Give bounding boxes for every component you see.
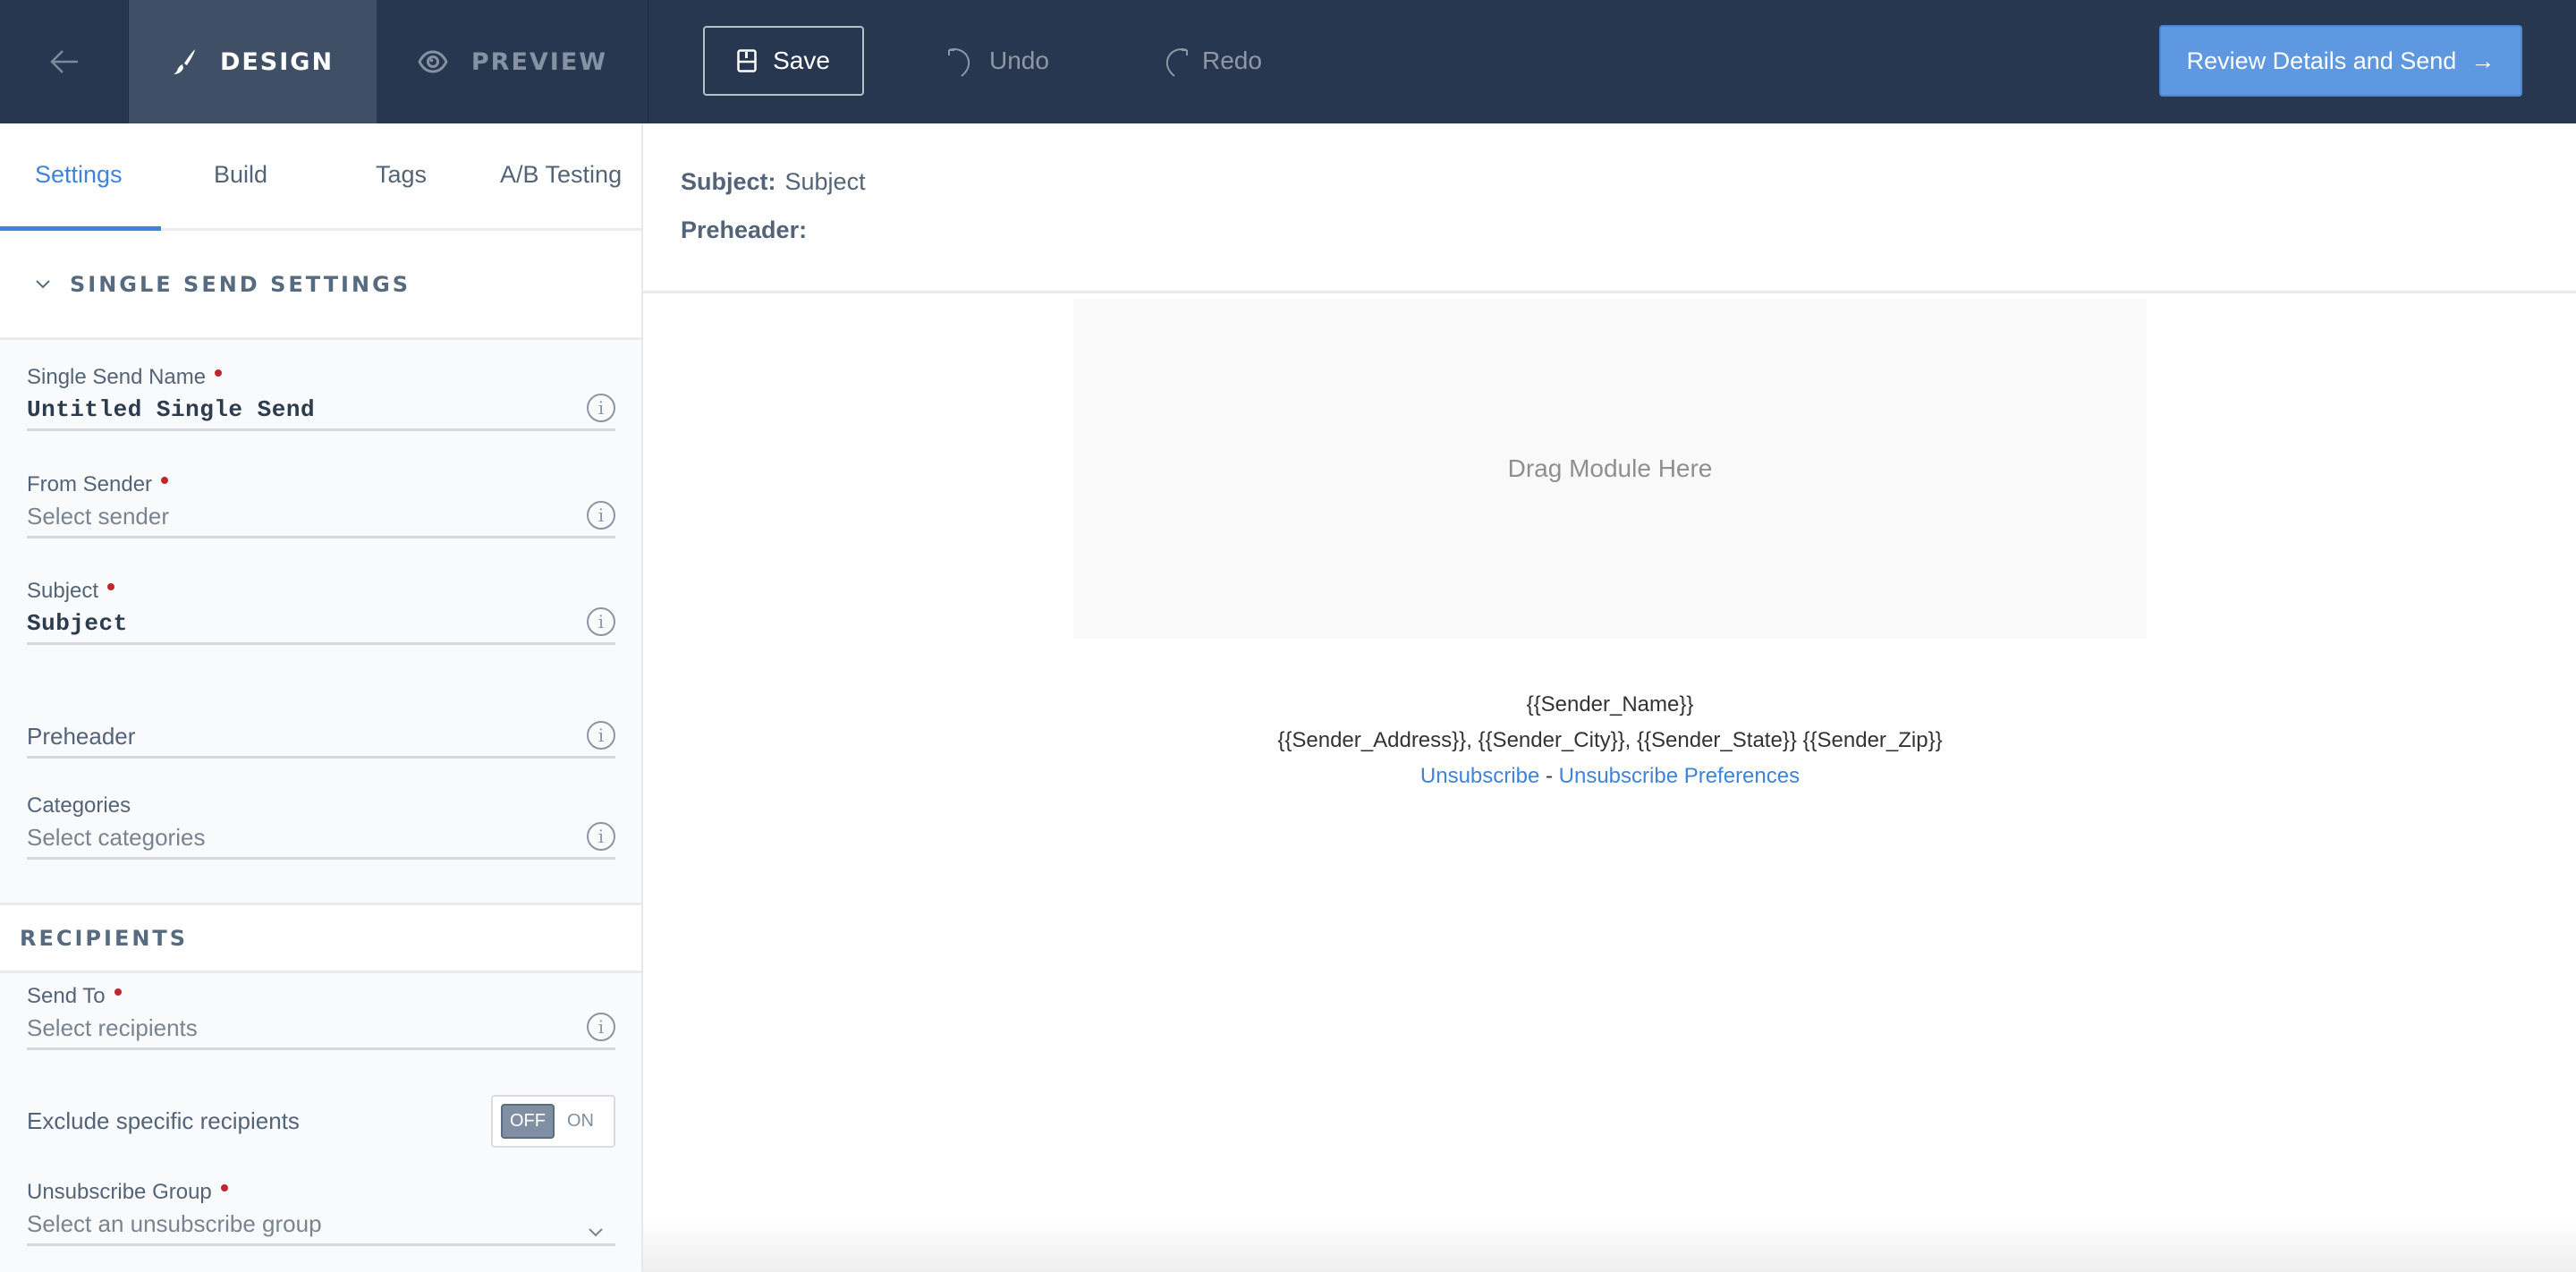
info-icon[interactable]: i: [587, 721, 615, 750]
review-label: Review Details and Send: [2186, 47, 2457, 74]
review-details-and-send-button[interactable]: Review Details and Send →: [2159, 25, 2522, 97]
info-icon[interactable]: i: [587, 394, 615, 422]
unsubscribe-group-field: Unsubscribe Group Select an unsubscribe …: [27, 1180, 615, 1246]
field-value: Untitled Single Send: [27, 395, 316, 423]
preheader-key: Preheader:: [681, 216, 808, 243]
required-indicator: [114, 988, 122, 996]
redo-label: Redo: [1202, 47, 1262, 74]
recipients-header: RECIPIENTS: [0, 903, 641, 973]
undo-icon: [948, 48, 970, 77]
field-label: Subject: [27, 579, 99, 603]
field-label: Send To: [27, 984, 106, 1008]
section-title: SINGLE SEND SETTINGS: [70, 271, 411, 297]
required-indicator: [161, 477, 169, 484]
unsubscribe-link[interactable]: Unsubscribe: [1420, 764, 1539, 788]
back-button[interactable]: [0, 0, 129, 123]
sender-address: {{Sender_Address}}, {{Sender_City}}, {{S…: [1277, 728, 1943, 752]
field-label: Single Send Name: [27, 365, 207, 389]
sender-name: {{Sender_Name}}: [1526, 692, 1694, 717]
field-placeholder: Select an unsubscribe group: [27, 1210, 322, 1237]
required-indicator: [215, 369, 223, 377]
exclude-recipients-toggle[interactable]: OFF ON: [491, 1094, 615, 1148]
tab-settings[interactable]: Settings: [35, 161, 123, 189]
preheader-input[interactable]: Preheader i: [27, 717, 615, 759]
required-indicator: [107, 583, 115, 590]
sidebar-tabs: Settings Build Tags A/B Testing: [0, 123, 641, 231]
module-drop-zone[interactable]: Drag Module Here: [1073, 299, 2147, 639]
subject-field: Subject Subject i: [27, 579, 615, 645]
info-icon[interactable]: i: [587, 607, 615, 636]
from-sender-select[interactable]: Select sender i: [27, 497, 615, 538]
undo-label: Undo: [989, 47, 1049, 74]
chevron-down-icon: [36, 279, 50, 289]
send-to-field: Send To Select recipients i: [27, 984, 615, 1050]
tab-ab-testing[interactable]: A/B Testing: [500, 161, 622, 189]
link-separator: -: [1545, 764, 1553, 788]
save-label: Save: [773, 47, 830, 74]
tab-build[interactable]: Build: [214, 161, 267, 189]
field-placeholder: Select sender: [27, 503, 169, 530]
chevron-down-icon[interactable]: [589, 1216, 603, 1243]
unsubscribe-preferences-link[interactable]: Unsubscribe Preferences: [1559, 764, 1800, 788]
subject-value: Subject: [784, 168, 866, 195]
email-header-summary: Subject: Subject Preheader:: [643, 123, 2576, 293]
exclude-recipients-row: Exclude specific recipients OFF ON: [27, 1094, 615, 1148]
floppy-disk-icon: [737, 49, 757, 72]
toggle-on-option[interactable]: ON: [567, 1111, 594, 1132]
preheader-summary: Preheader:: [681, 216, 816, 244]
subject-input[interactable]: Subject i: [27, 604, 615, 645]
section-title: RECIPIENTS: [20, 925, 189, 951]
info-icon[interactable]: i: [587, 501, 615, 530]
required-indicator: [220, 1184, 228, 1191]
tab-design[interactable]: DESIGN: [129, 0, 377, 123]
field-value: Subject: [27, 609, 128, 637]
redo-icon: [1165, 48, 1188, 77]
tab-tags[interactable]: Tags: [376, 161, 427, 189]
info-icon[interactable]: i: [587, 822, 615, 851]
field-placeholder: Preheader: [27, 723, 136, 750]
tab-preview[interactable]: PREVIEW: [377, 0, 648, 123]
toggle-off-option[interactable]: OFF: [501, 1103, 555, 1139]
undo-button[interactable]: Undo: [946, 36, 1049, 86]
tab-design-label: DESIGN: [219, 47, 335, 76]
single-send-settings-header[interactable]: SINGLE SEND SETTINGS: [0, 231, 641, 340]
redo-button[interactable]: Redo: [1159, 36, 1262, 86]
settings-sidebar: Settings Build Tags A/B Testing SINGLE S…: [0, 123, 643, 1272]
top-toolbar: DESIGN PREVIEW Save Undo Redo Review Det…: [0, 0, 2576, 123]
single-send-name-input[interactable]: Untitled Single Send i: [27, 390, 615, 431]
email-canvas: Subject: Subject Preheader: Drag Module …: [643, 123, 2576, 1272]
toggle-label: Exclude specific recipients: [27, 1107, 300, 1134]
unsubscribe-links: Unsubscribe - Unsubscribe Preferences: [1073, 759, 2147, 794]
email-footer[interactable]: {{Sender_Name}} {{Sender_Address}}, {{Se…: [1073, 687, 2147, 794]
tab-preview-label: PREVIEW: [470, 47, 608, 76]
categories-field: Categories Select categories i: [27, 793, 615, 860]
categories-select[interactable]: Select categories i: [27, 818, 615, 860]
field-placeholder: Select categories: [27, 824, 206, 851]
info-icon[interactable]: i: [587, 1013, 615, 1041]
arrow-left-icon: [49, 50, 78, 73]
field-placeholder: Select recipients: [27, 1014, 198, 1041]
subject-summary: Subject: Subject: [681, 168, 866, 196]
eye-icon: [418, 50, 448, 73]
unsubscribe-group-select[interactable]: Select an unsubscribe group: [27, 1205, 615, 1246]
paintbrush-icon: [173, 49, 195, 74]
field-label: Unsubscribe Group: [27, 1180, 212, 1204]
preheader-field: Preheader i: [27, 717, 615, 759]
field-label: From Sender: [27, 472, 153, 496]
from-sender-field: From Sender Select sender i: [27, 472, 615, 538]
field-label: Categories: [27, 793, 131, 818]
single-send-name-field: Single Send Name Untitled Single Send i: [27, 365, 615, 431]
bottom-shadow: [643, 1218, 2576, 1272]
send-to-select[interactable]: Select recipients i: [27, 1009, 615, 1050]
drop-zone-label: Drag Module Here: [1507, 454, 1713, 482]
arrow-right-icon: →: [2470, 47, 2496, 74]
subject-key: Subject:: [681, 168, 776, 195]
save-button[interactable]: Save: [703, 26, 864, 96]
